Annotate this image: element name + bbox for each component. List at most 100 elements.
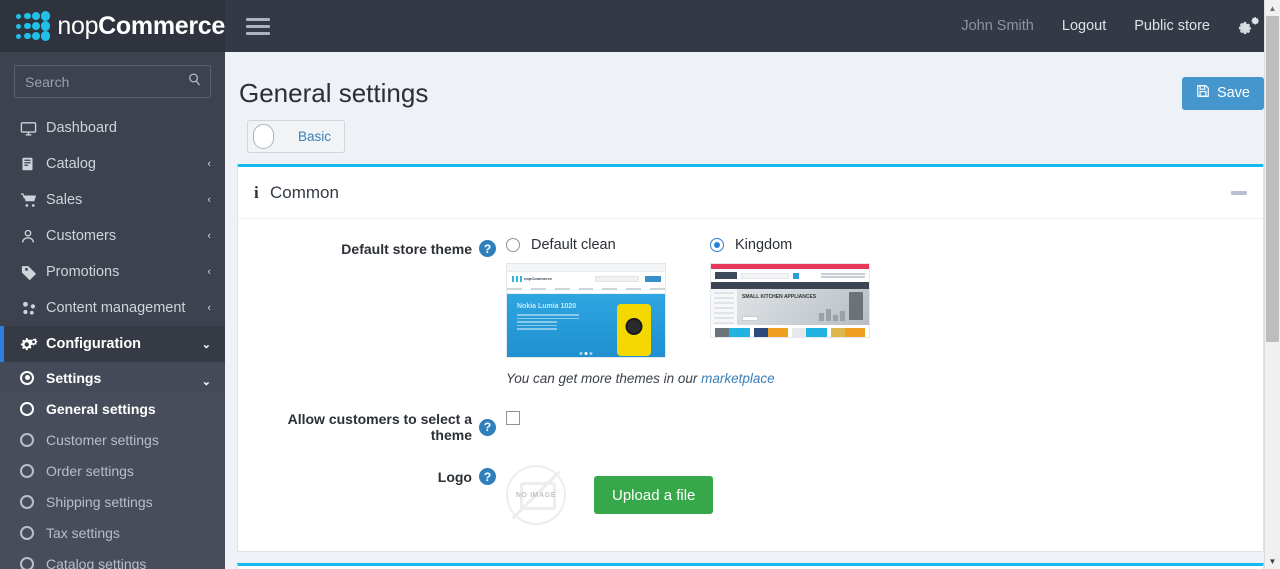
sidebar-subitem-label: Customer settings (46, 431, 159, 448)
radio-icon (20, 401, 46, 416)
question-mark-icon[interactable]: ? (479, 418, 496, 436)
scroll-down-icon[interactable]: ▼ (1265, 553, 1280, 569)
sidebar-item-configuration[interactable]: Configuration ⌄ (0, 326, 225, 362)
sidebar-item-settings[interactable]: Settings ⌄ (0, 362, 225, 393)
question-mark-icon[interactable]: ? (479, 240, 496, 257)
sidebar-item-promotions[interactable]: Promotions ‹ (0, 254, 225, 290)
field-label: Allow customers to select a theme ? (254, 408, 506, 443)
sidebar-subitem-label: Tax settings (46, 524, 120, 541)
preview-headline: SMALL KITCHEN APPLIANCES (742, 294, 817, 300)
upload-file-button[interactable]: Upload a file (594, 476, 714, 514)
brand-logo[interactable]: nopCommerce (0, 0, 225, 52)
brand-name: nopCommerce (57, 12, 225, 41)
theme-option-label: Kingdom (735, 237, 793, 253)
marketplace-note-text: You can get more themes in our (506, 371, 702, 386)
toggle-label: Basic (298, 129, 332, 144)
chevron-left-icon: ‹ (207, 266, 211, 278)
save-button[interactable]: Save (1181, 76, 1264, 110)
field-label: Default store theme ? (254, 237, 506, 257)
sidebar-item-tax-settings[interactable]: Tax settings (0, 517, 225, 548)
logout-link[interactable]: Logout (1062, 18, 1106, 34)
minus-icon[interactable] (1231, 190, 1247, 195)
tag-icon (20, 264, 46, 281)
sidebar-subitem-label: General settings (46, 400, 156, 417)
page-title: General settings (239, 77, 429, 108)
field-label: Logo ? (254, 465, 506, 485)
panel-body: Default store theme ? Default clean nopC… (238, 219, 1263, 551)
hamburger-icon[interactable] (241, 9, 275, 43)
field-default-store-theme: Default store theme ? Default clean nopC… (254, 237, 1247, 386)
user-name[interactable]: John Smith (961, 18, 1034, 34)
radio-icon (20, 494, 46, 509)
sitemap-icon (20, 300, 46, 317)
radio-selected-icon (20, 370, 46, 385)
theme-preview-default-clean: nopCommerce Nokia Lumia 1020 (506, 263, 666, 358)
sidebar-item-customer-settings[interactable]: Customer settings (0, 424, 225, 455)
page-scrollbar[interactable]: ▲ ▼ (1264, 0, 1280, 569)
cart-icon (20, 192, 46, 209)
sidebar-item-catalog-settings[interactable]: Catalog settings (0, 548, 225, 569)
chevron-left-icon: ‹ (207, 158, 211, 170)
sidebar-item-shipping-settings[interactable]: Shipping settings (0, 486, 225, 517)
sidebar-item-label: Dashboard (46, 120, 117, 136)
sidebar-item-dashboard[interactable]: Dashboard (0, 110, 225, 146)
sidebar-item-label: Sales (46, 192, 83, 208)
chevron-down-icon: ⌄ (201, 376, 211, 388)
gears-icon (20, 336, 46, 353)
sidebar-item-general-settings[interactable]: General settings (0, 393, 225, 424)
allow-select-theme-checkbox[interactable] (506, 411, 520, 425)
default-store-theme-label: Default store theme (341, 240, 472, 257)
user-icon (20, 228, 46, 245)
theme-option-default-clean[interactable]: Default clean nopCommerce Nokia Lumia 10… (506, 237, 666, 358)
question-mark-icon[interactable]: ? (479, 468, 496, 485)
chevron-left-icon: ‹ (207, 230, 211, 242)
advanced-mode-toggle[interactable]: Basic (247, 120, 346, 153)
marketplace-note: You can get more themes in our marketpla… (506, 371, 1247, 386)
public-store-link[interactable]: Public store (1134, 18, 1210, 34)
theme-option-kingdom[interactable]: Kingdom SMALL KITCHEN APPLIANCES (710, 237, 870, 358)
sidebar-search (0, 52, 225, 110)
monitor-icon (20, 120, 46, 137)
theme-options: Default clean nopCommerce Nokia Lumia 10… (506, 237, 1247, 358)
chevron-left-icon: ‹ (207, 194, 211, 206)
dot-grid-logo (14, 11, 51, 41)
logo-label: Logo (437, 468, 472, 485)
sidebar-item-catalog[interactable]: Catalog ‹ (0, 146, 225, 182)
chevron-down-icon: ⌄ (201, 338, 211, 351)
sidebar-subnav: Settings ⌄ General settings Customer set… (0, 362, 225, 569)
radio-icon (20, 463, 46, 478)
sidebar-item-order-settings[interactable]: Order settings (0, 455, 225, 486)
floppy-disk-icon (1196, 84, 1210, 102)
sidebar-subitem-label: Order settings (46, 462, 134, 479)
search-icon[interactable] (187, 72, 202, 92)
field-allow-customers-select-theme: Allow customers to select a theme ? (254, 408, 1247, 443)
panel-header[interactable]: i Common (238, 167, 1263, 219)
sidebar-subitem-label: Shipping settings (46, 493, 153, 510)
sidebar-item-content-management[interactable]: Content management ‹ (0, 290, 225, 326)
allow-select-theme-label: Allow customers to select a theme (287, 411, 472, 443)
sidebar-item-customers[interactable]: Customers ‹ (0, 218, 225, 254)
gears-icon[interactable] (1238, 17, 1259, 35)
sidebar-subitem-label: Settings (46, 369, 102, 386)
radio-kingdom[interactable] (710, 238, 724, 252)
sidebar-subitem-label: Catalog settings (46, 555, 147, 569)
scroll-up-icon[interactable]: ▲ (1265, 0, 1280, 16)
field-logo: Logo ? NO IMAGE Upload a file (254, 465, 1247, 525)
theme-preview-kingdom: SMALL KITCHEN APPLIANCES (710, 263, 870, 338)
search-input[interactable] (15, 66, 210, 97)
sidebar-item-sales[interactable]: Sales ‹ (0, 182, 225, 218)
radio-default-clean[interactable] (506, 238, 520, 252)
marketplace-link[interactable]: marketplace (701, 371, 775, 386)
sidebar-nav: Dashboard Catalog ‹ Sales ‹ Customers ‹ … (0, 110, 225, 362)
sidebar-item-label: Content management (46, 300, 186, 316)
scrollbar-thumb[interactable] (1266, 16, 1279, 342)
page-header: General settings Save (237, 52, 1264, 114)
mode-toggle-row: Basic (237, 114, 1264, 164)
sidebar-item-label: Catalog (46, 156, 96, 172)
radio-icon (20, 556, 46, 569)
info-icon: i (254, 182, 259, 202)
toggle-switch-icon[interactable] (253, 124, 274, 149)
next-panel (237, 563, 1264, 569)
top-navigation: John Smith Logout Public store (961, 17, 1280, 35)
sidebar-item-label: Customers (46, 228, 117, 244)
